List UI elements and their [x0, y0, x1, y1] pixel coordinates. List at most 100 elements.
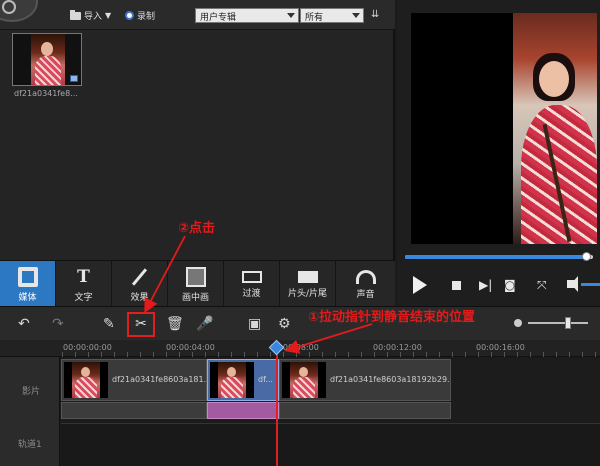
category-select-value: 用户专辑	[200, 13, 237, 23]
pip-icon	[185, 267, 206, 287]
cut-button[interactable]: ✂	[127, 312, 155, 337]
record-icon	[125, 11, 134, 20]
record-button[interactable]: 录制	[125, 9, 155, 22]
timeline-toolbar: ↶ ↷ ✎ ✂ 🗑 🎤 ▣ ⚙	[0, 306, 600, 340]
audio-lane[interactable]	[279, 402, 451, 419]
media-item-thumbnail[interactable]	[12, 33, 82, 86]
category-select[interactable]: 用户专辑	[195, 8, 299, 23]
track-name-video: 影片	[22, 387, 41, 397]
media-icon	[17, 267, 38, 287]
ruler-label: 00:00:16:00	[476, 343, 525, 352]
clip-thumbnail	[210, 362, 254, 398]
preview-progress-knob[interactable]	[582, 252, 592, 261]
transition-icon	[241, 271, 262, 283]
headphones-icon	[355, 270, 376, 284]
person-dress	[521, 105, 597, 244]
playhead-line[interactable]	[276, 344, 278, 466]
video-thumbnail-image	[31, 34, 65, 85]
media-item-filename: df21a0341fe8...	[14, 89, 78, 98]
timeline-clip[interactable]: df21a0341fe8603a181...	[61, 359, 207, 401]
magic-wand-icon	[131, 268, 148, 286]
tab-label: 媒体	[18, 293, 37, 303]
record-label: 录制	[137, 12, 156, 22]
tab-label: 声音	[356, 290, 375, 300]
video-thumbnail-image	[290, 362, 318, 398]
chevron-down-icon: ▼	[105, 11, 112, 20]
preview-controls: ▶| ◙ ⤧	[397, 270, 600, 304]
preview-video	[411, 13, 597, 244]
settings-icon[interactable]: ⚙	[278, 317, 291, 331]
volume-icon[interactable]	[567, 276, 578, 292]
snapshot-camera-icon[interactable]: ◙	[504, 278, 516, 292]
preview-progress-fill	[405, 255, 588, 259]
person-dress	[293, 377, 315, 398]
feature-tab-bar: 媒体 T 文字 效果 画中画 过渡 片头/片尾 声音	[0, 260, 395, 307]
person-face	[227, 367, 236, 377]
tab-label: 画中画	[181, 293, 209, 303]
clip-thumbnail	[282, 362, 326, 398]
clip-name: df21a0341fe8603a181...	[112, 375, 207, 384]
ruler-label: 00:00:12:00	[373, 343, 422, 352]
volume-slider[interactable]	[581, 283, 600, 286]
track-labels: 影片 轨道1	[0, 357, 60, 466]
import-button[interactable]: 导入 ▼	[70, 9, 111, 22]
tab-label: 片头/片尾	[287, 289, 328, 299]
zoom-slider-knob[interactable]	[565, 317, 571, 329]
film-badge-icon	[70, 75, 78, 82]
tab-effects[interactable]: 效果	[112, 261, 168, 307]
delete-icon[interactable]: 🗑	[166, 317, 184, 331]
tab-intro-outro[interactable]: 片头/片尾	[280, 261, 336, 307]
tab-transition[interactable]: 过渡	[224, 261, 280, 307]
media-toolbar: 导入 ▼ 录制 用户专辑 所有 ⇊	[0, 0, 395, 30]
annotation-click-step: ②点击	[178, 221, 216, 236]
snapshot-icon[interactable]: ▣	[248, 317, 261, 331]
tab-label: 过渡	[242, 289, 261, 299]
sort-icon[interactable]: ⇊	[371, 9, 379, 20]
track1-lane[interactable]	[61, 423, 600, 466]
edit-clip-icon[interactable]: ✎	[103, 317, 115, 331]
tab-media[interactable]: 媒体	[0, 261, 56, 307]
timeline-clip-selected[interactable]: df...	[207, 359, 279, 401]
next-frame-icon[interactable]: ▶|	[479, 278, 492, 292]
stop-button[interactable]	[452, 281, 461, 290]
tab-sound[interactable]: 声音	[336, 261, 395, 307]
annotation-drag-step: ①拉动指针到静音结束的位置	[308, 310, 476, 325]
zoom-out-icon[interactable]	[514, 319, 522, 327]
clapper-icon	[297, 271, 318, 283]
folder-icon	[70, 9, 81, 20]
person-face	[81, 367, 90, 377]
person-dress	[221, 377, 243, 398]
zoom-slider[interactable]	[528, 322, 588, 324]
magnifier-icon	[2, 0, 16, 14]
timeline-tracks: df21a0341fe8603a181... df... df21a0341fe…	[61, 357, 600, 466]
tab-label: 效果	[130, 293, 149, 303]
timeline-clip[interactable]: df21a0341fe8603a18192b29...	[279, 359, 451, 401]
preview-progress-bar[interactable]	[405, 252, 593, 261]
undo-icon[interactable]: ↶	[18, 317, 30, 331]
filter-select[interactable]: 所有	[300, 8, 364, 23]
timeline-ruler[interactable]: 00:00:00:00 00:00:04:00 00:00:08:00 00:0…	[0, 340, 600, 357]
fullscreen-icon[interactable]: ⤧	[537, 278, 547, 292]
video-frame	[513, 13, 597, 244]
microphone-icon[interactable]: 🎤	[196, 317, 213, 331]
person-face	[41, 42, 53, 56]
preview-panel: ▶| ◙ ⤧	[397, 0, 600, 306]
clip-thumbnail	[64, 362, 108, 398]
audio-lane[interactable]	[61, 402, 207, 419]
chevron-down-icon	[352, 13, 360, 18]
person-dress	[75, 377, 97, 398]
person-face	[299, 367, 308, 377]
tab-pip[interactable]: 画中画	[168, 261, 224, 307]
audio-lane-selected[interactable]	[207, 402, 279, 419]
scissors-icon: ✂	[135, 316, 147, 332]
ruler-label: 00:00:00:00	[63, 343, 112, 352]
import-label: 导入	[84, 12, 103, 22]
play-button[interactable]	[413, 276, 427, 294]
tab-label: 文字	[74, 293, 93, 303]
video-thumbnail-image	[218, 362, 246, 398]
filter-select-value: 所有	[305, 13, 324, 23]
tab-text[interactable]: T 文字	[56, 261, 112, 307]
clip-name: df...	[258, 375, 273, 384]
redo-icon[interactable]: ↷	[52, 317, 64, 331]
clip-name: df21a0341fe8603a18192b29...	[330, 375, 451, 384]
